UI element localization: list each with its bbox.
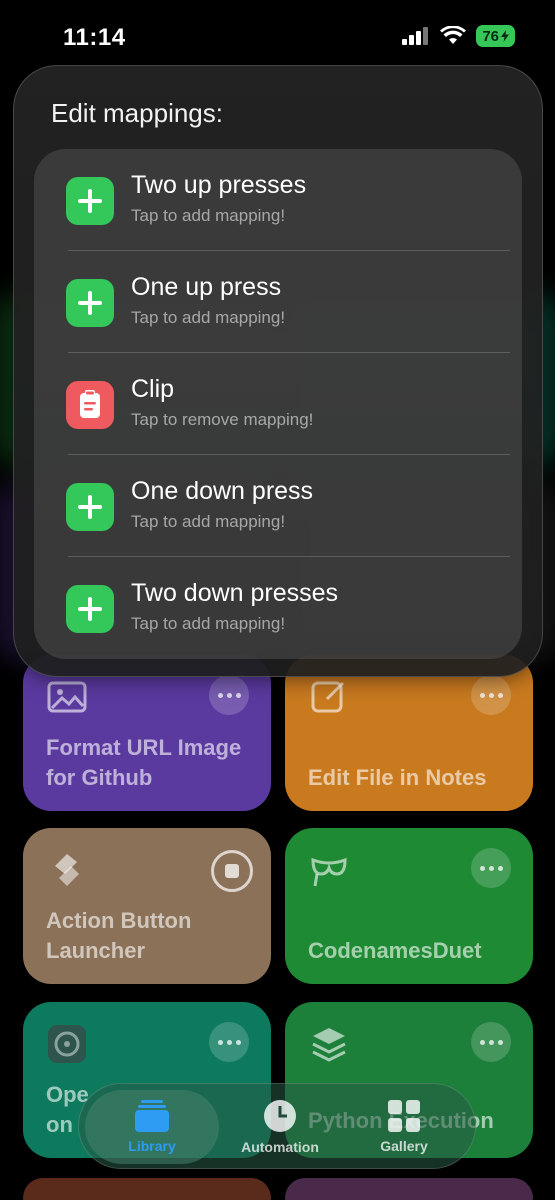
status-time: 11:14 — [63, 24, 126, 51]
shortcut-title: CodenamesDuet — [308, 938, 482, 963]
status-icons: 76 — [402, 25, 515, 47]
mapping-label: One up press — [131, 273, 282, 301]
mapping-label: Two up presses — [131, 171, 307, 199]
plus-icon — [66, 585, 114, 633]
mapping-label: Two down presses — [131, 579, 339, 607]
wifi-icon — [440, 26, 467, 44]
mapping-subtitle: Tap to add mapping! — [131, 206, 286, 225]
battery-level: 76 — [482, 27, 499, 45]
mapping-subtitle: Tap to add mapping! — [131, 308, 286, 327]
more-button[interactable] — [209, 1022, 249, 1062]
shortcut-tile-edit-file[interactable]: Edit File in Notes — [285, 655, 533, 811]
tab-label: Automation — [241, 1139, 319, 1155]
mappings-list: Two up presses Tap to add mapping! One u… — [34, 149, 522, 659]
status-bar: 11:14 76 — [0, 0, 555, 70]
mapping-label: Clip — [131, 375, 175, 403]
shortcut-tile-partial[interactable] — [285, 1178, 533, 1200]
shortcut-title: Format URL Image for Github — [46, 735, 242, 790]
shortcuts-icon — [55, 854, 79, 886]
battery-indicator: 76 — [476, 25, 515, 47]
shortcut-tile-format-url[interactable]: Format URL Image for Github — [23, 655, 271, 811]
tab-automation[interactable]: Automation — [227, 1084, 333, 1170]
more-button[interactable] — [471, 675, 511, 715]
tab-gallery[interactable]: Gallery — [349, 1084, 459, 1170]
mapping-subtitle: Tap to add mapping! — [131, 614, 286, 633]
mapping-subtitle: Tap to remove mapping! — [131, 410, 314, 429]
plus-icon — [66, 177, 114, 225]
shortcut-title: Edit File in Notes — [308, 765, 487, 790]
mapping-row-one-down[interactable]: One down press Tap to add mapping! — [34, 455, 522, 557]
tab-label: Gallery — [380, 1138, 428, 1154]
mask-icon — [311, 857, 347, 887]
shortcut-tile-codenames-duet[interactable]: CodenamesDuet — [285, 828, 533, 984]
shortcut-tile-action-button-launcher[interactable]: Action Button Launcher — [23, 828, 271, 984]
more-button[interactable] — [209, 675, 249, 715]
photo-icon — [47, 681, 87, 713]
library-icon — [135, 1100, 169, 1132]
more-button[interactable] — [471, 1022, 511, 1062]
gallery-grid-icon — [388, 1100, 420, 1132]
compose-icon — [311, 681, 345, 713]
shortcut-title: Action Button Launcher — [46, 908, 192, 963]
stop-button[interactable] — [211, 850, 253, 892]
panel-title: Edit mappings: — [51, 98, 223, 128]
clipboard-icon — [66, 381, 114, 429]
plus-icon — [66, 279, 114, 327]
tab-bar: Library Automation Gallery — [78, 1083, 476, 1169]
shortcut-tile-partial[interactable] — [23, 1178, 271, 1200]
mapping-label: One down press — [131, 477, 314, 505]
plus-icon — [66, 483, 114, 531]
clock-icon — [264, 1100, 296, 1132]
tab-library[interactable]: Library — [85, 1090, 219, 1164]
charging-bolt-icon — [501, 30, 509, 42]
tab-label: Library — [128, 1138, 176, 1154]
more-button[interactable] — [471, 848, 511, 888]
settings-icon — [48, 1025, 86, 1063]
mapping-subtitle: Tap to add mapping! — [131, 512, 286, 531]
mapping-row-one-up[interactable]: One up press Tap to add mapping! — [34, 251, 522, 353]
mapping-row-two-down[interactable]: Two down presses Tap to add mapping! — [34, 557, 522, 659]
edit-mappings-panel: Edit mappings: Two up presses Tap to add… — [13, 65, 543, 677]
mapping-row-clip[interactable]: Clip Tap to remove mapping! — [34, 353, 522, 455]
layers-icon — [312, 1028, 346, 1062]
mapping-row-two-up[interactable]: Two up presses Tap to add mapping! — [34, 149, 522, 251]
cellular-signal-icon — [402, 27, 429, 45]
